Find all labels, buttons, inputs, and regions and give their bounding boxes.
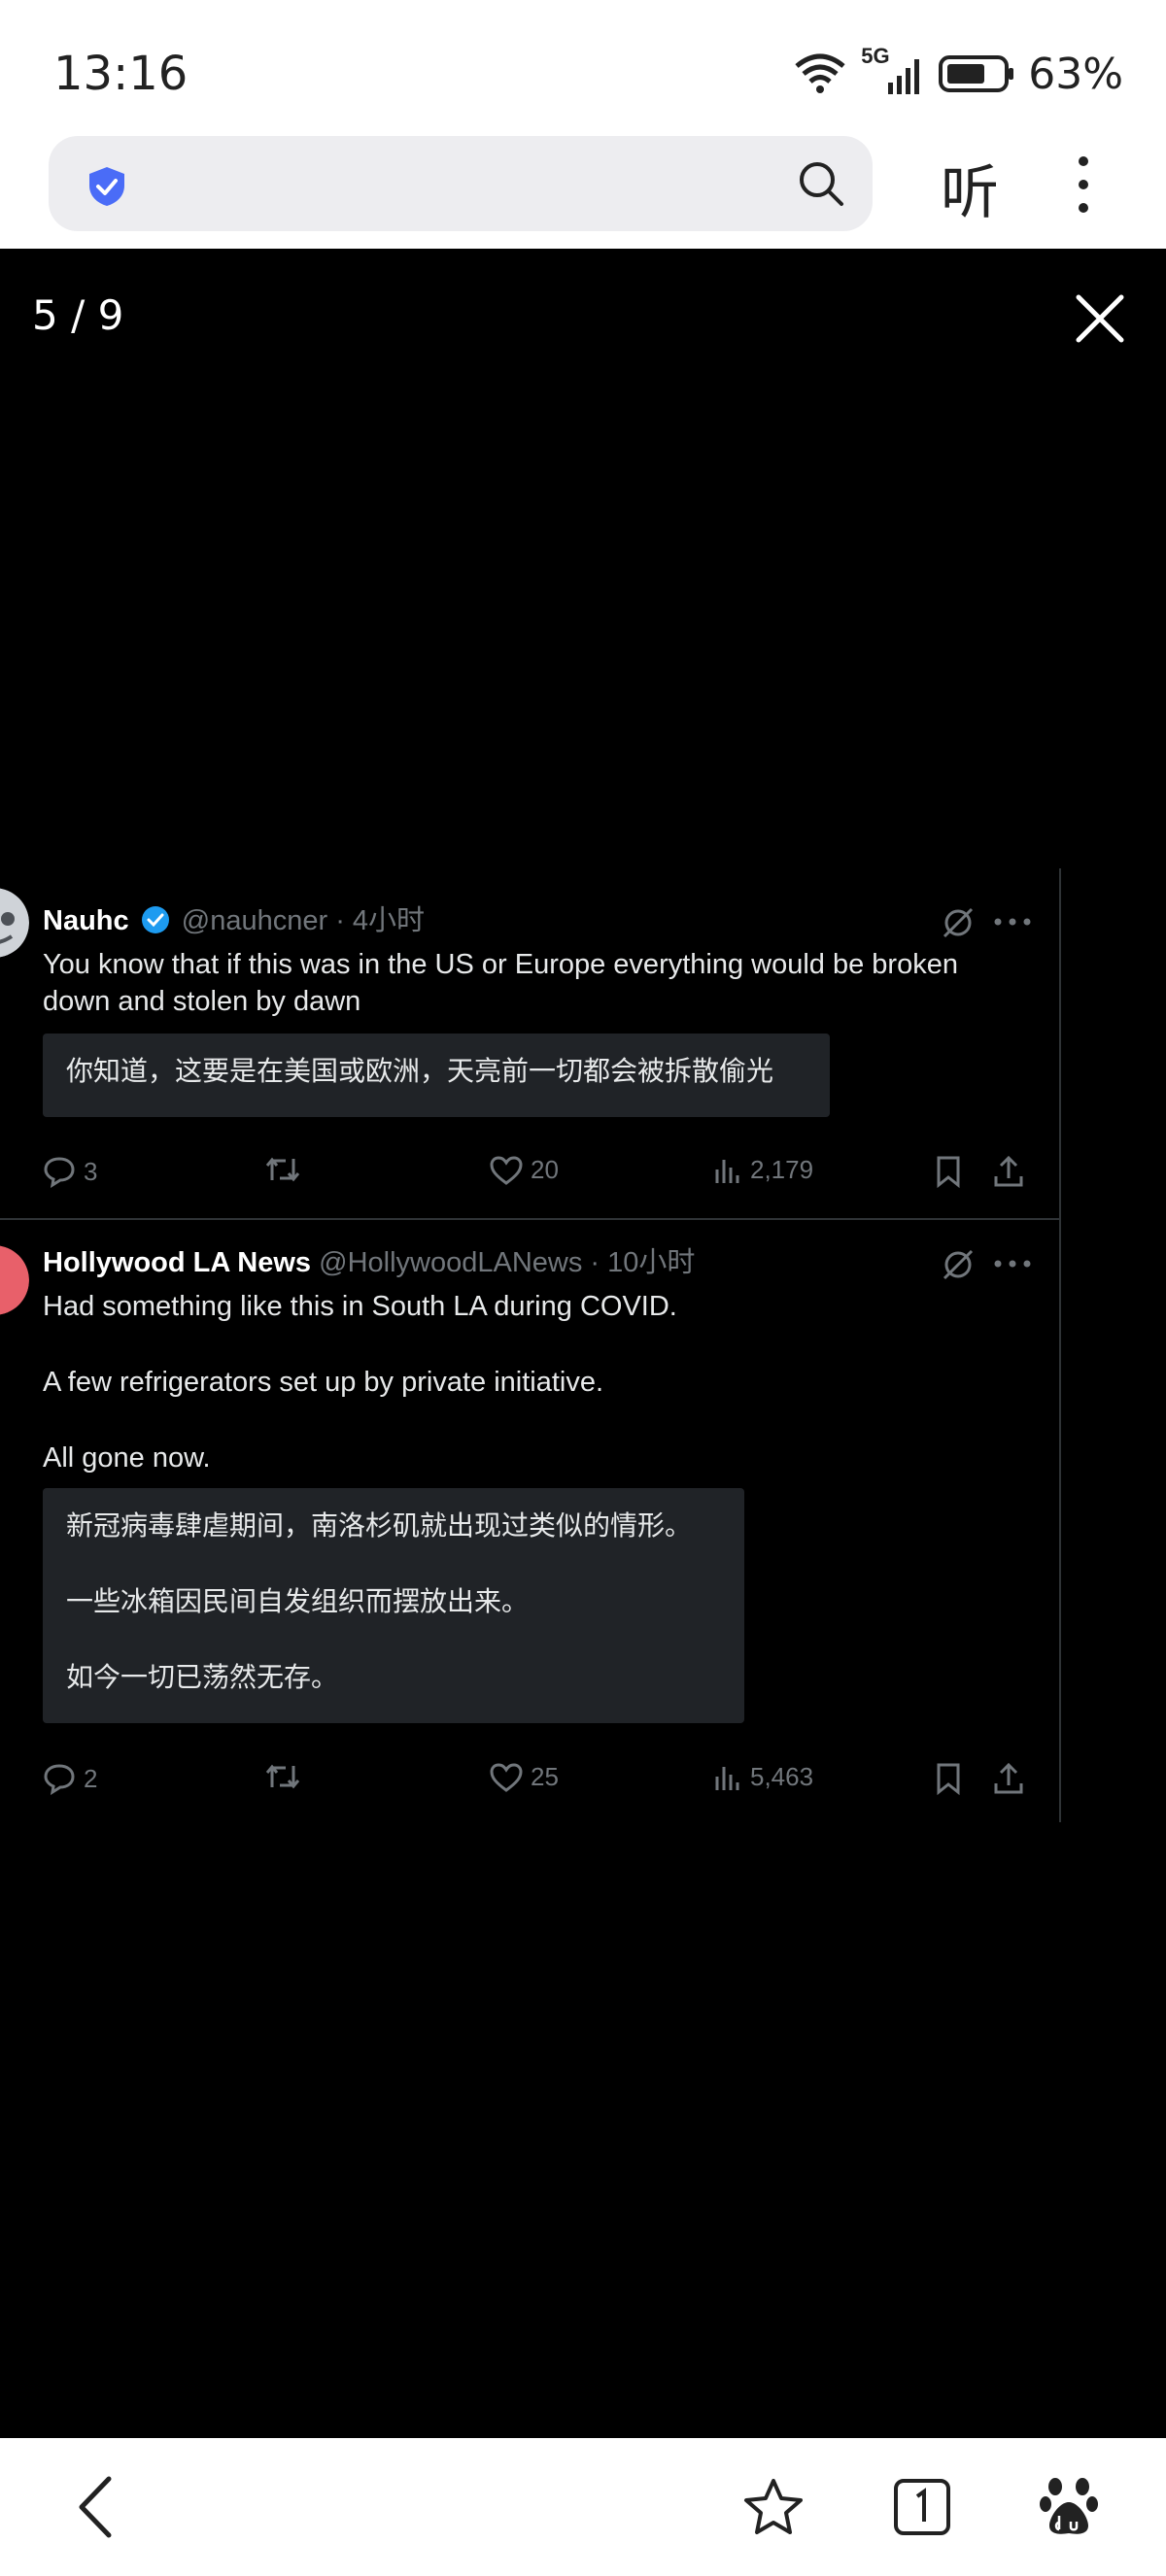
views-icon bbox=[715, 1766, 739, 1790]
tweet-text-line: All gone now. bbox=[43, 1442, 211, 1474]
reply-button[interactable]: 2 bbox=[43, 1762, 97, 1795]
avatar bbox=[0, 1245, 29, 1315]
views-icon bbox=[715, 1159, 739, 1183]
share-icon[interactable] bbox=[993, 1155, 1024, 1188]
bookmark-icon[interactable] bbox=[935, 1762, 962, 1795]
reply-button[interactable]: 3 bbox=[43, 1155, 97, 1188]
share-icon[interactable] bbox=[993, 1762, 1024, 1795]
listen-button[interactable]: 听 bbox=[941, 146, 999, 230]
retweet-button[interactable] bbox=[264, 1155, 301, 1184]
display-name[interactable]: Nauhc bbox=[43, 905, 129, 936]
tweet-text-line: A few refrigerators set up by private in… bbox=[43, 1367, 604, 1398]
battery-percent: 63% bbox=[1028, 49, 1123, 99]
search-icon[interactable] bbox=[797, 159, 845, 208]
screenshot-content: Nauhc @nauhcner · 4小时 You know that if t… bbox=[0, 868, 1061, 1822]
image-counter: 5 / 9 bbox=[32, 291, 124, 339]
shield-check-icon bbox=[89, 167, 124, 206]
star-icon[interactable] bbox=[742, 2477, 805, 2537]
status-bar: 13:16 5G 63% bbox=[0, 0, 1166, 126]
views-button[interactable]: 5,463 bbox=[713, 1762, 813, 1792]
tweet-header: Hollywood LA News @HollywoodLANews · 10小… bbox=[43, 1243, 695, 1282]
handle-time: @nauhcner · 4小时 bbox=[181, 905, 426, 936]
verified-badge-icon bbox=[141, 906, 169, 933]
like-count: 20 bbox=[531, 1155, 559, 1184]
tweet-header: Nauhc @nauhcner · 4小时 bbox=[43, 901, 425, 940]
network-type: 5G bbox=[861, 44, 890, 68]
translation-box: 你知道，这要是在美国或欧洲，天亮前一切都会被拆散偷光 bbox=[43, 1034, 830, 1117]
retweet-button[interactable] bbox=[264, 1762, 301, 1791]
battery-icon bbox=[939, 55, 1014, 92]
translation-text: 你知道，这要是在美国或欧洲，天亮前一切都会被拆散偷光 bbox=[66, 1056, 774, 1086]
retweet-icon bbox=[265, 1764, 300, 1789]
tweet: Nauhc @nauhcner · 4小时 You know that if t… bbox=[0, 868, 1059, 1220]
like-button[interactable]: 25 bbox=[490, 1762, 559, 1792]
back-icon[interactable] bbox=[74, 2475, 117, 2539]
browser-toolbar: 听 bbox=[0, 126, 1166, 249]
tweet-actions: 2 25 5,463 bbox=[43, 1762, 1023, 1801]
translation-box: 新冠病毒肆虐期间，南洛杉矶就出现过类似的情形。 一些冰箱因民间自发组织而摆放出来… bbox=[43, 1488, 744, 1723]
retweet-icon bbox=[265, 1157, 300, 1182]
reply-icon bbox=[44, 1764, 75, 1795]
tweet-text-line: Had something like this in South LA duri… bbox=[43, 1291, 677, 1322]
tweet-more-icon[interactable] bbox=[993, 917, 1032, 927]
views-count: 2,179 bbox=[750, 1155, 814, 1184]
signal-icon bbox=[888, 59, 920, 94]
tweet-text: You know that if this was in the US or E… bbox=[43, 949, 958, 1017]
status-time: 13:16 bbox=[53, 47, 189, 101]
baidu-paw-icon[interactable] bbox=[1040, 2475, 1098, 2537]
cellular-signal: 5G bbox=[861, 44, 925, 98]
wifi-icon bbox=[795, 53, 845, 93]
bottom-nav bbox=[0, 2438, 1166, 2576]
heart-icon bbox=[490, 1155, 523, 1185]
more-menu-icon[interactable] bbox=[1059, 155, 1108, 214]
image-viewer: 5 / 9 Nauhc @nauhcner · 4小时 You know tha… bbox=[0, 249, 1166, 2438]
tweet-text: Had something like this in South LA duri… bbox=[43, 1288, 1005, 1476]
like-button[interactable]: 20 bbox=[490, 1155, 559, 1185]
display-name[interactable]: Hollywood LA News bbox=[43, 1247, 311, 1278]
avatar bbox=[0, 888, 29, 958]
tweet-actions: 3 20 2,179 bbox=[43, 1155, 1023, 1194]
status-icons: 5G 63% bbox=[793, 44, 1123, 103]
close-icon[interactable] bbox=[1073, 291, 1127, 346]
grok-icon[interactable] bbox=[941, 905, 976, 940]
translation-text: 新冠病毒肆虐期间，南洛杉矶就出现过类似的情形。 bbox=[66, 1510, 693, 1541]
like-count: 25 bbox=[531, 1762, 559, 1791]
views-button[interactable]: 2,179 bbox=[713, 1155, 813, 1185]
handle-time: @HollywoodLANews · 10小时 bbox=[319, 1247, 696, 1278]
address-bar[interactable] bbox=[49, 136, 873, 231]
reply-count: 2 bbox=[84, 1763, 98, 1793]
tabs-icon[interactable] bbox=[892, 2477, 952, 2537]
bookmark-icon[interactable] bbox=[935, 1155, 962, 1188]
translation-text: 如今一切已荡然无存。 bbox=[66, 1662, 339, 1692]
reply-count: 3 bbox=[84, 1156, 98, 1186]
translation-text: 一些冰箱因民间自发组织而摆放出来。 bbox=[66, 1586, 530, 1616]
views-count: 5,463 bbox=[750, 1762, 814, 1791]
tweet-more-icon[interactable] bbox=[993, 1259, 1032, 1269]
grok-icon[interactable] bbox=[941, 1247, 976, 1282]
tweet: Hollywood LA News @HollywoodLANews · 10小… bbox=[0, 1220, 1059, 1822]
heart-icon bbox=[490, 1762, 523, 1792]
reply-icon bbox=[44, 1157, 75, 1188]
